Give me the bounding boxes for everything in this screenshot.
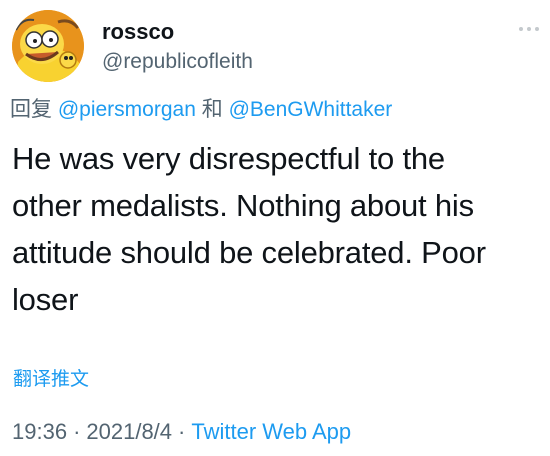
tweet-text: He was very disrespectful to the other m… (12, 135, 540, 323)
translate-tweet-link[interactable]: 翻译推文 (13, 368, 89, 392)
user-info[interactable]: rossco @republicofleith (102, 18, 253, 76)
tweet-line: other medalists. Nothing about his (12, 188, 474, 223)
reply-prefix: 回复 (10, 98, 52, 121)
reply-mention-piersmorgan[interactable]: @piersmorgan (58, 98, 196, 121)
reply-context: 回复 @piersmorgan 和 @BenGWhittaker (10, 96, 392, 124)
meta-separator: · (178, 419, 186, 444)
meta-separator: · (73, 419, 81, 444)
tweet-date[interactable]: 2021/8/4 (86, 419, 172, 444)
tweet-line: He was very disrespectful to the (12, 141, 445, 176)
tweet-time[interactable]: 19:36 (12, 419, 67, 444)
cartoon-character-avatar-icon (12, 10, 84, 82)
reply-connector: 和 (201, 98, 223, 121)
tweet-source-link[interactable]: Twitter Web App (191, 419, 351, 444)
reply-mention-bengwhittaker[interactable]: @BenGWhittaker (229, 98, 393, 121)
user-handle[interactable]: @republicofleith (102, 48, 253, 76)
tweet-line: attitude should be celebrated. Poor (12, 235, 486, 270)
tweet-line: loser (12, 282, 79, 317)
avatar[interactable] (12, 10, 84, 82)
tweet-card: rossco @republicofleith 回复 @piersmorgan … (0, 0, 550, 456)
display-name[interactable]: rossco (102, 18, 253, 46)
more-options-icon[interactable] (518, 20, 540, 31)
tweet-metadata: 19:36 · 2021/8/4 · Twitter Web App (12, 418, 351, 446)
